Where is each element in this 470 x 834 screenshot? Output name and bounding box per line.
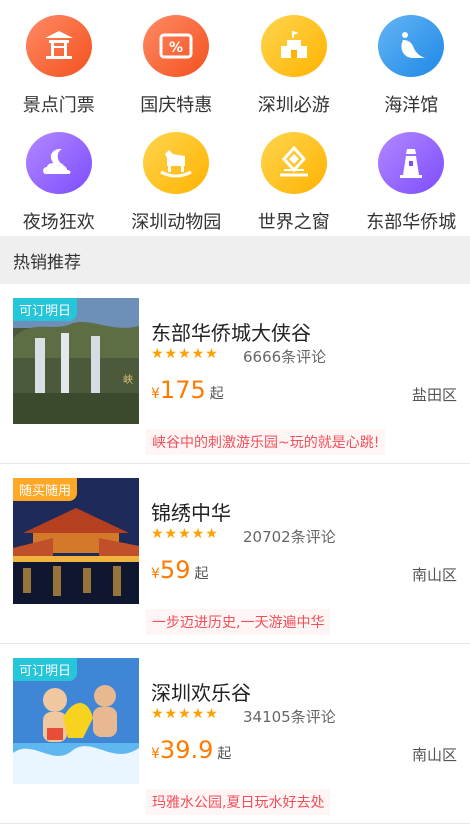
category-label: 景点门票	[22, 95, 95, 116]
product-card[interactable]: 随买随用 锦绣中华 ★★★★★ 20702条评论 ¥59 起 南山区 一步迈进历史…	[0, 464, 470, 644]
pavilion-icon	[25, 15, 92, 77]
price-value: 175	[159, 376, 206, 404]
currency-symbol: ¥	[151, 566, 160, 582]
review-count: 34105条评论	[243, 708, 336, 726]
review-count: 6666条评论	[243, 348, 327, 366]
category-grid: 景点门票 % 国庆特惠 深圳必游 海洋馆 夜场狂欢 深圳动物园 世界之窗 东部华…	[0, 0, 470, 234]
product-list: 峡 可订明日 东部华侨城大侠谷 ★★★★★ 6666条评论 ¥175 起 盐田区 …	[0, 284, 470, 824]
district: 盐田区	[411, 386, 457, 404]
product-image: 可订明日	[13, 658, 139, 784]
currency-symbol: ¥	[151, 746, 160, 762]
product-slogan: 玛雅水公园,夏日玩水好去处	[146, 789, 331, 815]
district: 南山区	[411, 746, 457, 764]
lighthouse-icon	[378, 132, 445, 194]
hot-recommend-header: 热销推荐	[0, 236, 470, 284]
moon-cloud-icon	[25, 132, 92, 194]
product-slogan: 一步迈进历史,一天游遍中华	[146, 609, 331, 635]
district: 南山区	[411, 566, 457, 584]
price: ¥59 起	[151, 556, 208, 584]
category-window-of-the-world[interactable]: 世界之窗	[235, 117, 353, 234]
category-label: 海洋馆	[384, 95, 439, 116]
rocking-horse-icon	[143, 132, 210, 194]
svg-text:峡: 峡	[123, 373, 133, 386]
product-image: 峡 可订明日	[13, 298, 139, 424]
category-aquarium[interactable]: 海洋馆	[353, 0, 470, 117]
rating-stars: ★★★★★	[151, 706, 219, 722]
product-slogan: 峡谷中的刺激游乐园~玩的就是心跳!	[146, 429, 386, 455]
product-tag: 随买随用	[13, 478, 78, 501]
price-value: 59	[159, 556, 191, 584]
product-tag: 可订明日	[13, 298, 78, 321]
category-label: 深圳必游	[257, 95, 330, 116]
product-name: 深圳欢乐谷	[151, 681, 251, 705]
category-label: 国庆特惠	[140, 95, 213, 116]
product-tag: 可订明日	[13, 658, 78, 681]
category-shenzhen-must-visit[interactable]: 深圳必游	[235, 0, 353, 117]
price: ¥39.9 起	[151, 736, 231, 764]
product-image: 随买随用	[13, 478, 139, 604]
product-name: 锦绣中华	[151, 501, 231, 525]
category-label: 东部华侨城	[366, 212, 457, 233]
price-value: 39.9	[159, 736, 214, 764]
currency-symbol: ¥	[151, 386, 160, 402]
price-unit: 起	[209, 386, 224, 402]
price-unit: 起	[217, 746, 232, 762]
rating-stars: ★★★★★	[151, 346, 219, 362]
landmark-diamond-icon	[260, 132, 327, 194]
price-unit: 起	[194, 566, 209, 582]
product-card[interactable]: 峡 可订明日 东部华侨城大侠谷 ★★★★★ 6666条评论 ¥175 起 盐田区 …	[0, 284, 470, 464]
price: ¥175 起	[151, 376, 224, 404]
castle-icon	[260, 15, 327, 77]
category-oct-east[interactable]: 东部华侨城	[353, 117, 470, 234]
svg-text:%: %	[169, 40, 183, 56]
product-name: 东部华侨城大侠谷	[151, 321, 311, 345]
review-count: 20702条评论	[243, 528, 336, 546]
category-label: 深圳动物园	[131, 212, 222, 233]
category-scenic-tickets[interactable]: 景点门票	[0, 0, 118, 117]
category-label: 夜场狂欢	[22, 212, 95, 233]
product-card[interactable]: 可订明日 深圳欢乐谷 ★★★★★ 34105条评论 ¥39.9 起 南山区 玛雅水…	[0, 644, 470, 824]
category-night-carnival[interactable]: 夜场狂欢	[0, 117, 118, 234]
category-national-day-deals[interactable]: % 国庆特惠	[118, 0, 236, 117]
category-label: 世界之窗	[257, 212, 330, 233]
seal-icon	[378, 15, 445, 77]
category-shenzhen-zoo[interactable]: 深圳动物园	[118, 117, 236, 234]
rating-stars: ★★★★★	[151, 526, 219, 542]
discount-ticket-icon: %	[143, 15, 210, 77]
